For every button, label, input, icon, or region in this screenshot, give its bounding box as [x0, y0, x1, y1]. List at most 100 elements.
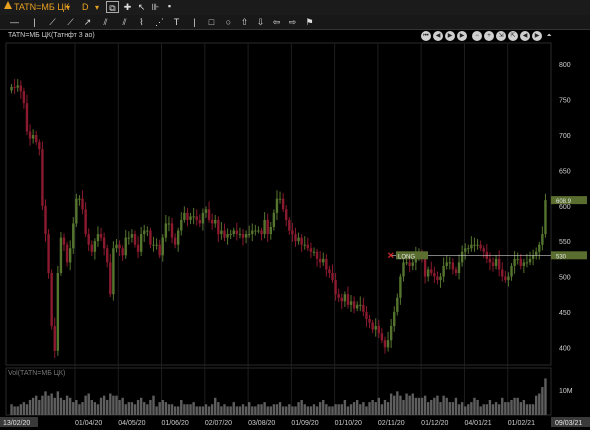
volume-bar: [257, 404, 260, 415]
volume-bar: [90, 399, 93, 415]
volume-bar: [544, 378, 547, 415]
candle-body: [62, 237, 66, 245]
candle-body: [467, 248, 470, 250]
volume-bar: [176, 406, 180, 415]
candle-body: [220, 230, 223, 235]
candle-body: [50, 273, 53, 327]
volume-bar: [192, 402, 195, 415]
candle-body: [47, 234, 50, 273]
price-chart[interactable]: 01/04/20 04/05/20 01/06/20 02/07/20 03/08/20…: [0, 0, 590, 430]
candle-body: [534, 251, 538, 256]
x-tick-label: 02/11/20: [378, 420, 405, 427]
candle-body: [389, 326, 393, 341]
volume-bar: [436, 395, 439, 415]
candle-body: [334, 280, 337, 295]
volume-bar: [84, 395, 87, 415]
candle-body: [223, 230, 226, 238]
volume-bar: [59, 397, 63, 415]
volume-bar: [538, 393, 541, 415]
candle-body: [538, 244, 541, 252]
volume-bar: [328, 406, 331, 415]
candle-body: [72, 223, 75, 249]
candle-body: [380, 333, 384, 341]
volume-bar: [210, 404, 214, 415]
y-tick-label: 800: [559, 62, 571, 69]
candle-body: [371, 322, 374, 330]
volume-bar: [306, 406, 310, 415]
volume-bar: [62, 399, 66, 415]
volume-bar: [377, 397, 381, 415]
candle-body: [516, 258, 519, 260]
volume-bar: [430, 399, 433, 415]
candle-body: [405, 262, 408, 264]
volume-bar: [81, 402, 84, 415]
volume-bar: [318, 402, 322, 415]
candle-body: [127, 237, 131, 239]
x-tick-label: 03/08/20: [248, 420, 275, 427]
volume-bar: [68, 397, 72, 415]
candle-body: [65, 244, 69, 263]
volume-bar: [460, 402, 464, 415]
candle-body: [257, 230, 260, 232]
candle-body: [525, 262, 529, 264]
volume-bar: [534, 395, 538, 415]
candle-body: [439, 276, 442, 281]
volume-bar: [513, 397, 516, 415]
volume-bar: [50, 393, 53, 415]
volume-bar: [414, 397, 418, 415]
volume-bar: [229, 406, 232, 415]
volume-bar: [22, 402, 26, 415]
candle-body: [442, 265, 445, 277]
volume-bar: [121, 397, 124, 415]
candle-body: [93, 241, 97, 252]
candle-body: [448, 262, 451, 264]
candle-body: [349, 301, 353, 305]
volume-bar: [411, 393, 414, 415]
candle-body: [266, 219, 269, 235]
volume-bar: [247, 402, 251, 415]
volume-bar: [470, 402, 473, 415]
volume-bar: [13, 406, 16, 415]
volume-bar: [56, 391, 60, 415]
candle-body: [300, 237, 303, 245]
volume-bar: [269, 406, 272, 415]
candle-body: [198, 219, 202, 224]
volume-bar: [189, 404, 192, 415]
candle-body: [164, 223, 168, 238]
y-tick-label: 650: [559, 168, 571, 175]
candle-body: [426, 269, 430, 277]
volume-bar: [365, 406, 368, 415]
volume-bar: [214, 397, 217, 415]
volume-bar: [359, 404, 362, 415]
candle-body: [460, 251, 464, 263]
volume-bar: [220, 406, 223, 415]
volume-bar: [260, 404, 263, 415]
volume-bar: [254, 406, 257, 415]
candle-body: [106, 248, 109, 263]
start-date-label: 13/02/20: [3, 420, 30, 427]
volume-bar: [491, 404, 495, 415]
volume-bar: [19, 404, 23, 415]
candle-body: [16, 85, 19, 88]
volume-bar: [251, 406, 254, 415]
candle-body: [445, 262, 448, 266]
volume-bar: [501, 397, 504, 415]
volume-bar: [118, 399, 121, 415]
volume-bar: [352, 402, 356, 415]
volume-bar: [152, 395, 155, 415]
candle-body: [136, 244, 140, 252]
candle-body: [297, 237, 300, 242]
candle-body: [399, 276, 402, 298]
candle-body: [263, 219, 266, 235]
candle-body: [244, 234, 248, 238]
volume-bar: [124, 404, 127, 415]
candle-body: [232, 230, 235, 235]
candle-body: [494, 258, 498, 266]
candle-body: [214, 219, 217, 224]
volume-bar: [386, 402, 390, 415]
volume-bar: [195, 406, 198, 415]
volume-bar: [155, 406, 158, 415]
candle-body: [260, 230, 263, 235]
volume-bar: [109, 393, 112, 415]
volume-bar: [494, 402, 498, 415]
